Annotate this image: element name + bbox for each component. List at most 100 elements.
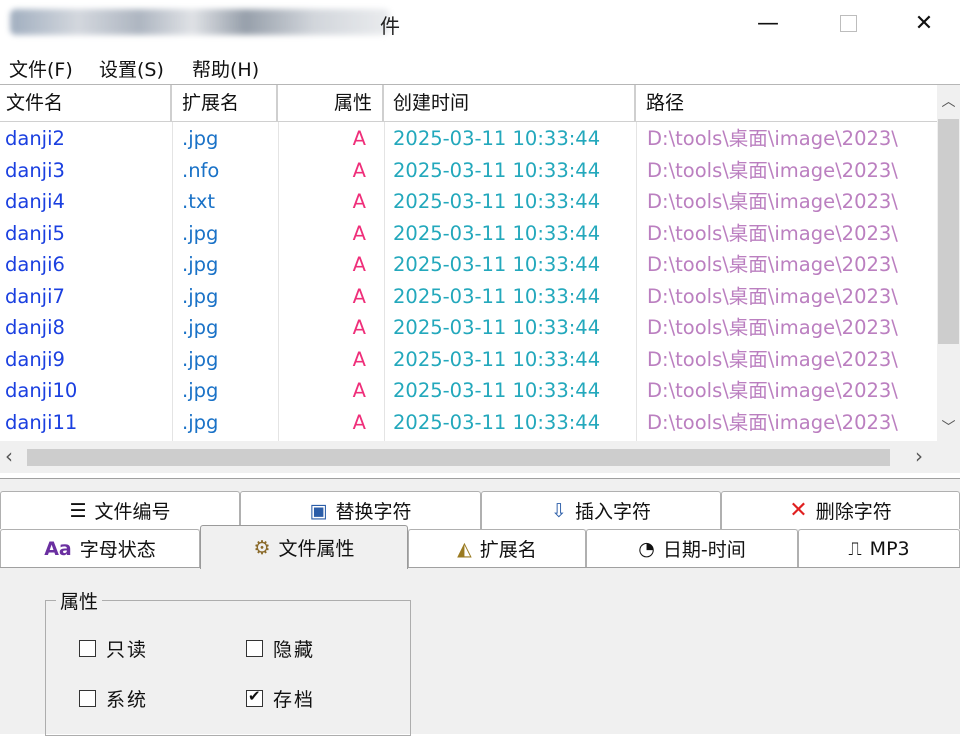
tab-mp3[interactable]: ⎍ MP3 <box>798 529 960 567</box>
cell-ext: .jpg <box>182 316 219 339</box>
clock-icon: ◔ <box>638 537 655 560</box>
cell-ext: .nfo <box>182 158 220 182</box>
cell-name: danji7 <box>5 284 65 308</box>
vertical-scrollbar[interactable]: ︿ ﹀ <box>937 85 960 441</box>
extension-icon: ◭ <box>457 537 472 560</box>
menu-help[interactable]: 帮助(H) <box>192 55 259 82</box>
cell-attr: A <box>352 284 366 308</box>
window-title: 件 <box>380 14 400 38</box>
menu-file[interactable]: 文件(F) <box>9 55 73 82</box>
tab-letter-case[interactable]: Aa 字母状态 <box>0 529 200 567</box>
cell-path: D:\tools\桌面\image\2023\ <box>647 379 898 402</box>
title-bar: 件 — ✕ <box>0 0 960 46</box>
checkbox-system[interactable]: 系统 <box>79 685 148 712</box>
cell-path: D:\tools\桌面\image\2023\ <box>647 221 898 245</box>
tab-control: ☰ 文件编号 ▣ 替换字符 ⇩ 插入字符 ✕ 删除字符 Aa 字母状态 ⚙ 文件… <box>0 478 960 736</box>
replace-icon: ▣ <box>309 499 328 522</box>
cell-name: danji6 <box>5 253 65 276</box>
table-row[interactable]: danji11 .jpg A 2025-03-11 10:33:44 D:\to… <box>0 406 937 438</box>
cell-path: D:\tools\桌面\image\2023\ <box>647 190 898 213</box>
column-header-name[interactable]: 文件名 <box>0 85 172 121</box>
table-row[interactable]: danji7 .jpg A 2025-03-11 10:33:44 D:\too… <box>0 280 937 312</box>
cell-name: danji11 <box>5 410 78 434</box>
tab-file-numbering[interactable]: ☰ 文件编号 <box>0 491 240 529</box>
cell-ext: .jpg <box>182 284 219 308</box>
menu-settings[interactable]: 设置(S) <box>99 55 164 82</box>
gears-icon: ⚙ <box>253 536 271 559</box>
tab-extension[interactable]: ◭ 扩展名 <box>408 529 586 567</box>
cell-name: danji9 <box>5 347 65 371</box>
table-row[interactable]: danji10 .jpg A 2025-03-11 10:33:44 D:\to… <box>0 374 937 406</box>
cell-ext: .jpg <box>182 127 219 150</box>
table-row[interactable]: danji4 .txt A 2025-03-11 10:33:44 D:\too… <box>0 185 937 217</box>
cell-attr: A <box>352 379 366 402</box>
checkbox-hidden[interactable]: 隐藏 <box>246 635 315 662</box>
cell-ext: .txt <box>182 190 216 213</box>
window-title-redacted <box>10 9 390 35</box>
scroll-right-icon[interactable]: › <box>915 444 923 468</box>
cell-attr: A <box>352 127 366 150</box>
minimize-button[interactable]: — <box>728 0 808 46</box>
maximize-button[interactable] <box>808 0 888 46</box>
vertical-scroll-thumb[interactable] <box>938 119 959 344</box>
horizontal-scroll-thumb[interactable] <box>27 449 890 466</box>
cell-created: 2025-03-11 10:33:44 <box>393 379 601 402</box>
column-header-path[interactable]: 路径 <box>636 85 937 121</box>
cell-created: 2025-03-11 10:33:44 <box>393 127 601 150</box>
cell-created: 2025-03-11 10:33:44 <box>393 221 601 245</box>
column-header-attr[interactable]: 属性 <box>278 85 384 121</box>
horizontal-scrollbar[interactable]: ‹ › <box>0 441 960 473</box>
cell-created: 2025-03-11 10:33:44 <box>393 190 601 213</box>
attributes-group: 属性 只读 隐藏 系统 存档 <box>45 587 411 736</box>
table-row[interactable]: danji9 .jpg A 2025-03-11 10:33:44 D:\too… <box>0 343 937 375</box>
scroll-down-icon[interactable]: ﹀ <box>937 417 960 437</box>
checkbox-readonly-box[interactable] <box>79 640 96 657</box>
cell-path: D:\tools\桌面\image\2023\ <box>647 158 898 182</box>
cell-path: D:\tools\桌面\image\2023\ <box>647 347 898 371</box>
close-button[interactable]: ✕ <box>884 0 960 46</box>
list-numbered-icon: ☰ <box>69 499 87 522</box>
cell-created: 2025-03-11 10:33:44 <box>393 284 601 308</box>
cell-ext: .jpg <box>182 221 219 245</box>
cell-created: 2025-03-11 10:33:44 <box>393 347 601 371</box>
scroll-up-icon[interactable]: ︿ <box>937 91 960 111</box>
tab-delete-chars[interactable]: ✕ 删除字符 <box>721 491 960 529</box>
insert-icon: ⇩ <box>551 499 567 522</box>
cell-created: 2025-03-11 10:33:44 <box>393 158 601 182</box>
checkbox-readonly[interactable]: 只读 <box>79 635 148 662</box>
cell-name: danji2 <box>5 127 65 150</box>
tab-insert-chars[interactable]: ⇩ 插入字符 <box>481 491 721 529</box>
table-row[interactable]: danji8 .jpg A 2025-03-11 10:33:44 D:\too… <box>0 311 937 343</box>
file-list-view[interactable]: 文件名 扩展名 属性 创建时间 路径 danji2 .jpg A 2025-03… <box>0 84 960 475</box>
menu-bar: 文件(F) 设置(S) 帮助(H) <box>0 50 960 82</box>
table-row[interactable]: danji5 .jpg A 2025-03-11 10:33:44 D:\too… <box>0 217 937 249</box>
cell-attr: A <box>352 253 366 276</box>
cell-path: D:\tools\桌面\image\2023\ <box>647 316 898 339</box>
cell-path: D:\tools\桌面\image\2023\ <box>647 253 898 276</box>
table-row[interactable]: danji2 .jpg A 2025-03-11 10:33:44 D:\too… <box>0 122 937 154</box>
tab-date-time[interactable]: ◔ 日期-时间 <box>586 529 798 567</box>
column-header-ext[interactable]: 扩展名 <box>172 85 278 121</box>
cell-attr: A <box>352 316 366 339</box>
cell-path: D:\tools\桌面\image\2023\ <box>647 127 898 150</box>
cell-ext: .jpg <box>182 253 219 276</box>
cell-ext: .jpg <box>182 379 219 402</box>
letter-case-icon: Aa <box>44 537 72 560</box>
cell-attr: A <box>352 347 366 371</box>
cell-path: D:\tools\桌面\image\2023\ <box>647 284 898 308</box>
tab-replace-chars[interactable]: ▣ 替换字符 <box>240 491 481 529</box>
cell-attr: A <box>352 221 366 245</box>
scroll-left-icon[interactable]: ‹ <box>5 444 13 468</box>
cell-attr: A <box>352 158 366 182</box>
checkbox-archive-box[interactable] <box>246 687 263 707</box>
cell-name: danji10 <box>5 379 78 402</box>
table-row[interactable]: danji3 .nfo A 2025-03-11 10:33:44 D:\too… <box>0 154 937 186</box>
tab-file-attributes[interactable]: ⚙ 文件属性 <box>200 525 408 569</box>
mp3-file-icon: ⎍ <box>848 537 862 560</box>
checkbox-system-box[interactable] <box>79 690 96 707</box>
table-row[interactable]: danji6 .jpg A 2025-03-11 10:33:44 D:\too… <box>0 248 937 280</box>
checkbox-archive[interactable]: 存档 <box>246 685 315 712</box>
group-title: 属性 <box>56 587 103 614</box>
checkbox-hidden-box[interactable] <box>246 640 263 657</box>
column-header-created[interactable]: 创建时间 <box>384 85 636 121</box>
